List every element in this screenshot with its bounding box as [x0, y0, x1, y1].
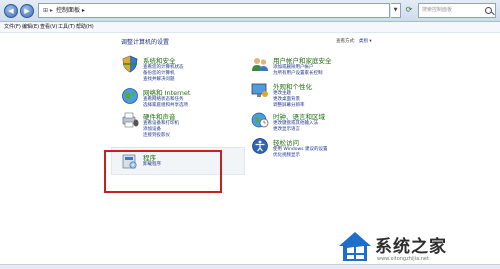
category-system-security: 系统和安全 查看您的计算机状态 备份您的计算机 查找并解决问题: [121, 55, 231, 85]
refresh-icon[interactable]: ⟳: [403, 4, 415, 17]
category-link[interactable]: 为所有用户设置家长控制: [273, 70, 323, 76]
category-clock-language: 时钟、语言和区域 更改键盘或其他输入法 更改显示语言: [251, 111, 371, 136]
shield-icon[interactable]: [121, 55, 139, 73]
clock-globe-icon[interactable]: [251, 111, 269, 129]
category-link[interactable]: 查找并解决问题: [143, 76, 175, 82]
address-field[interactable]: ⊞ ▸ 控制面板 ▸: [38, 3, 390, 18]
path-text: 控制面板 ▸: [55, 7, 85, 14]
address-bar: ◀ ▶ ⊞ ▸ 控制面板 ▸ ▼ ⟳ 搜索控制面板: [0, 0, 500, 22]
category-link[interactable]: 更改显示语言: [273, 126, 300, 132]
address-dropdown-button[interactable]: ▼: [391, 3, 401, 18]
view-by-label: 查看方式:: [336, 39, 356, 44]
page-title: 调整计算机的设置: [121, 39, 170, 46]
category-network-internet: 网络和 Internet 查看网络状态和任务 选择家庭组和共享选项: [121, 87, 231, 112]
watermark-url: www.xitongzhijia.net: [377, 256, 429, 262]
search-icon[interactable]: [485, 7, 492, 14]
menu-bar: 文件(F) 编辑(E) 查看(V) 工具(T) 帮助(H): [0, 22, 500, 33]
menu-view[interactable]: 查看(V): [40, 23, 57, 30]
view-by-dropdown[interactable]: 类别 ▾: [359, 38, 372, 44]
category-user-accounts: 用户帐户和家庭安全 添加或删除用户帐户 为所有用户设置家长控制: [251, 55, 371, 80]
back-arrow-icon[interactable]: ◀: [4, 4, 18, 18]
category-appearance: 外观和个性化 更改主题 更改桌面背景 调整屏幕分辨率: [251, 81, 371, 109]
network-globe-icon[interactable]: [121, 87, 139, 105]
ease-of-access-icon[interactable]: [251, 137, 269, 155]
users-icon[interactable]: [251, 55, 269, 73]
appearance-icon[interactable]: [251, 81, 269, 99]
highlight-box: [104, 150, 222, 193]
category-hardware-sound: 硬件和声音 查看设备和打印机 添加设备 连接到投影仪: [121, 111, 231, 141]
forward-arrow-icon[interactable]: ▶: [20, 4, 34, 18]
path-prefix: ⊞ ▸: [43, 7, 53, 14]
category-link[interactable]: 优化视频显示: [273, 152, 300, 158]
watermark-text: 系统之家: [375, 237, 447, 257]
menu-tools[interactable]: 工具(T): [58, 23, 75, 30]
menu-help[interactable]: 帮助(H): [76, 23, 94, 30]
menu-edit[interactable]: 编辑(E): [22, 23, 39, 30]
printer-speaker-icon[interactable]: [121, 111, 139, 129]
category-link[interactable]: 调整屏幕分辨率: [273, 102, 305, 108]
category-link[interactable]: 选择家庭组和共享选项: [143, 102, 188, 108]
house-logo-icon: [339, 232, 371, 261]
watermark: 系统之家 www.xitongzhijia.net: [337, 226, 497, 266]
category-link[interactable]: 连接到投影仪: [143, 132, 170, 138]
search-placeholder: 搜索控制面板: [422, 7, 453, 13]
menu-file[interactable]: 文件(F): [4, 23, 21, 30]
category-ease-of-access: 轻松访问 使用 Windows 建议的设置 优化视频显示: [251, 137, 371, 162]
search-input[interactable]: 搜索控制面板: [418, 3, 496, 18]
